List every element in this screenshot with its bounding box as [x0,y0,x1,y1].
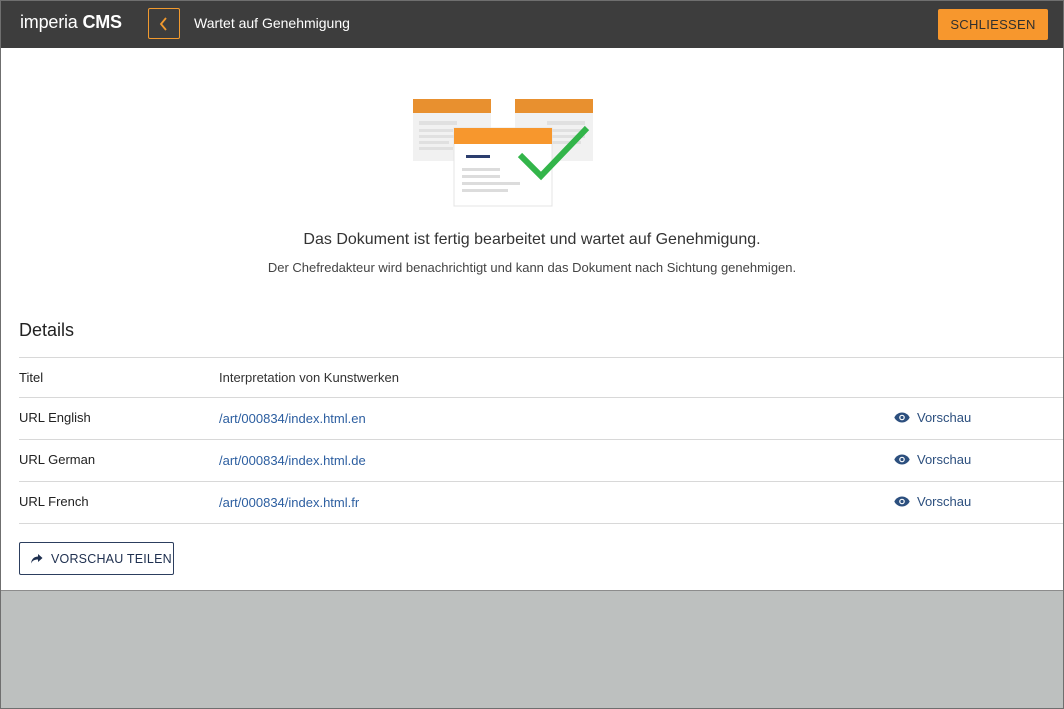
row-label: URL English [19,410,91,425]
preview-link-english[interactable]: Vorschau [894,410,971,425]
eye-icon [894,454,910,465]
url-link-english[interactable]: /art/000834/index.html.en [219,411,366,426]
row-label: URL German [19,452,96,467]
document-approved-illustration [413,99,593,207]
url-link-german[interactable]: /art/000834/index.html.de [219,453,366,468]
details-table: Titel Interpretation von Kunstwerken URL… [19,357,1063,524]
main-content: Das Dokument ist fertig bearbeitet und w… [1,48,1063,591]
share-preview-button[interactable]: VORSCHAU TEILEN [19,542,174,575]
row-value: Interpretation von Kunstwerken [219,370,399,385]
preview-link-german[interactable]: Vorschau [894,452,971,467]
share-arrow-icon [31,553,43,563]
table-row: URL German /art/000834/index.html.de Vor… [19,440,1063,482]
url-link-french[interactable]: /art/000834/index.html.fr [219,495,359,510]
table-row: URL English /art/000834/index.html.en Vo… [19,398,1063,440]
row-label: Titel [19,370,44,385]
status-submessage: Der Chefredakteur wird benachrichtigt un… [267,260,797,275]
eye-icon [894,496,910,507]
app-window: imperia CMS Wartet auf Genehmigung SCHLI… [0,0,1064,709]
top-bar: imperia CMS Wartet auf Genehmigung SCHLI… [1,1,1063,48]
status-message: Das Dokument ist fertig bearbeitet und w… [303,231,761,248]
back-button[interactable] [148,8,180,39]
table-row: URL French /art/000834/index.html.fr Vor… [19,482,1063,524]
preview-link-french[interactable]: Vorschau [894,494,971,509]
close-button[interactable]: SCHLIESSEN [938,9,1048,40]
logo: imperia CMS [20,12,122,32]
chevron-left-icon [159,16,167,31]
row-label: URL French [19,494,89,509]
page-title: Wartet auf Genehmigung [194,15,350,31]
details-heading: Details [19,320,75,340]
table-row: Titel Interpretation von Kunstwerken [19,358,1063,398]
eye-icon [894,412,910,423]
